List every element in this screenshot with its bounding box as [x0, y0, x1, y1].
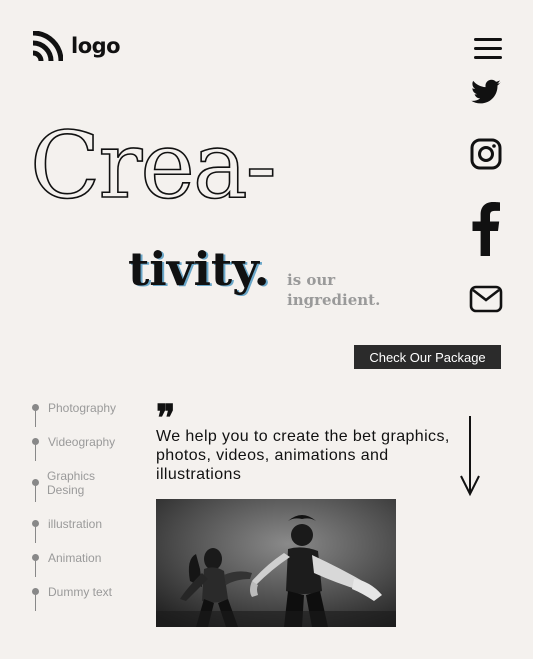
service-label: Graphics Desing [47, 469, 96, 497]
bullet-dot [32, 588, 39, 595]
bullet-dot [32, 479, 39, 486]
mail-icon[interactable] [469, 284, 503, 314]
hero-title-line2: tivity. [128, 242, 270, 296]
hero-title-line1: Crea- [29, 112, 277, 219]
bullet-dot [32, 520, 39, 527]
tagline-line2: ingredient. [287, 291, 381, 309]
twitter-icon[interactable] [469, 78, 503, 108]
dancers-photo [156, 499, 396, 627]
bullet-dot [32, 438, 39, 445]
service-label: Photography [48, 401, 117, 415]
logo[interactable]: logo [31, 31, 121, 61]
hero-tagline: is our ingredient. [287, 270, 380, 310]
service-label: Animation [48, 551, 102, 565]
rss-arcs-icon [32, 31, 63, 61]
check-package-button[interactable]: Check Our Package [354, 345, 501, 369]
bullet-dot [32, 554, 39, 561]
tagline-line1: is our [287, 271, 336, 289]
instagram-icon[interactable] [469, 137, 503, 171]
service-label: Videography [48, 435, 116, 449]
facebook-icon[interactable] [469, 200, 503, 256]
logo-text: logo [71, 34, 121, 58]
service-label: illustration [48, 517, 103, 531]
service-label: Dummy text [48, 585, 113, 599]
bullet-dot [32, 404, 39, 411]
arrow-down-icon[interactable] [459, 416, 481, 502]
hamburger-menu-icon[interactable] [474, 36, 502, 62]
quote-text: We help you to create the bet graphics, … [156, 428, 450, 483]
